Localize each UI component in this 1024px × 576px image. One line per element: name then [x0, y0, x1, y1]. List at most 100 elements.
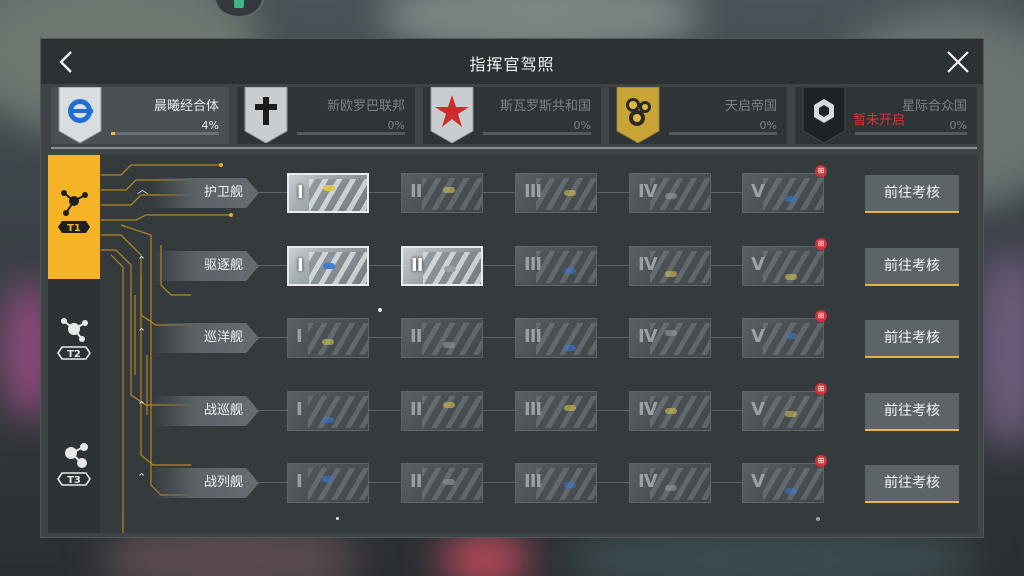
ship-detail [323, 263, 335, 269]
ship-class-label: 战列舰 [151, 468, 259, 498]
gift-badge-icon: ⊞ [815, 165, 827, 177]
license-level-card[interactable]: IV [629, 173, 711, 213]
go-to-exam-button[interactable]: 前往考核 [865, 393, 959, 431]
ship-art [650, 178, 710, 210]
license-level-card[interactable]: III [515, 318, 597, 358]
go-to-exam-button[interactable]: 前往考核 [865, 320, 959, 358]
ship-art [650, 323, 710, 355]
level-numeral: II [410, 471, 422, 492]
ship-detail [785, 488, 797, 494]
license-window: 指挥官驾照 晨曦经合体 4% 新欧罗巴联邦 0% 斯瓦罗斯共和国 0% 天启帝国… [40, 38, 984, 538]
license-level-card[interactable]: V [742, 173, 824, 213]
connector-line [711, 265, 742, 266]
level-numeral: III [524, 181, 542, 202]
ship-class-label: 战巡舰 [151, 396, 259, 426]
ship-art [650, 396, 710, 428]
connector-line [255, 192, 287, 193]
faction-tab-neo-europa[interactable]: 新欧罗巴联邦 0% [237, 87, 415, 144]
connector-line [597, 265, 629, 266]
connector-line [711, 192, 742, 193]
faction-percent: 0% [573, 119, 591, 132]
ship-detail [785, 274, 797, 280]
ship-class-label: 巡洋舰 [151, 323, 259, 353]
license-row: ⌃ 战列舰 I II III IV V ⊞ 前往考核 [41, 453, 959, 513]
license-level-card[interactable]: III [515, 173, 597, 213]
ship-art [536, 396, 596, 428]
license-level-card[interactable]: IV [629, 463, 711, 503]
connector-line [597, 482, 629, 483]
ship-art [650, 251, 710, 283]
license-level-card[interactable]: I [287, 173, 369, 213]
license-level-card[interactable]: II [401, 318, 483, 358]
level-numeral: II [410, 399, 422, 420]
ship-detail [443, 342, 455, 348]
ship-detail [665, 330, 677, 336]
faction-tab-stellar-union[interactable]: 星际合众国 暂未开启 0% [795, 87, 977, 144]
license-level-card[interactable]: I [287, 318, 369, 358]
level-numeral: III [524, 471, 542, 492]
license-level-card[interactable]: I [287, 391, 369, 431]
go-to-exam-button[interactable]: 前往考核 [865, 248, 959, 286]
connector-line [369, 337, 401, 338]
license-level-card[interactable]: V [742, 463, 824, 503]
gift-badge-icon: ⊞ [815, 310, 827, 322]
license-level-card[interactable]: V [742, 318, 824, 358]
license-level-card[interactable]: V [742, 391, 824, 431]
license-level-card[interactable]: IV [629, 246, 711, 286]
license-level-card[interactable]: V [742, 246, 824, 286]
connector-line [711, 337, 742, 338]
ship-detail [564, 405, 576, 411]
license-level-card[interactable]: I [287, 246, 369, 286]
license-level-card[interactable]: IV [629, 391, 711, 431]
level-numeral: V [751, 471, 765, 492]
license-level-card[interactable]: III [515, 246, 597, 286]
connector-line [255, 265, 287, 266]
license-level-card[interactable]: III [515, 463, 597, 503]
gift-badge-icon: ⊞ [815, 238, 827, 250]
close-button[interactable] [945, 49, 971, 75]
go-to-exam-button[interactable]: 前往考核 [865, 465, 959, 503]
faction-tab-dawn[interactable]: 晨曦经合体 4% [51, 87, 229, 144]
license-level-card[interactable]: II [401, 246, 483, 286]
faction-name: 新欧罗巴联邦 [326, 99, 405, 114]
ship-detail [564, 345, 576, 351]
ship-art [763, 468, 823, 500]
license-level-card[interactable]: I [287, 463, 369, 503]
level-numeral: I [297, 182, 304, 203]
ship-detail [322, 476, 334, 482]
license-level-card[interactable]: II [401, 463, 483, 503]
close-icon [947, 51, 969, 73]
ship-art [763, 323, 823, 355]
faction-tab-apocalypse[interactable]: 天启帝国 0% [609, 87, 787, 144]
license-level-card[interactable]: III [515, 391, 597, 431]
license-level-card[interactable]: IV [629, 318, 711, 358]
connector-line [369, 265, 401, 266]
faction-name: 天启帝国 [724, 99, 777, 114]
go-to-exam-button[interactable]: 前往考核 [865, 175, 959, 213]
ship-detail [443, 402, 455, 408]
star-emblem-icon [430, 87, 474, 143]
license-row: ⌃ 战巡舰 I II III IV V ⊞ 前往考核 [41, 381, 959, 441]
faction-percent: 0% [949, 119, 967, 132]
faction-percent: 0% [387, 119, 405, 132]
connector-line [255, 410, 287, 411]
connector-line [483, 192, 515, 193]
ship-art [308, 396, 368, 428]
connector-line [711, 482, 742, 483]
license-level-card[interactable]: II [401, 391, 483, 431]
ship-detail [564, 190, 576, 196]
connector-line [483, 337, 515, 338]
faction-percent: 0% [759, 119, 777, 132]
faction-name: 星际合众国 [901, 99, 967, 114]
license-level-card[interactable]: II [401, 173, 483, 213]
ship-art [536, 251, 596, 283]
faction-percent: 4% [201, 119, 219, 132]
faction-tab-svaros[interactable]: 斯瓦罗斯共和国 0% [423, 87, 601, 144]
ship-detail [785, 333, 797, 339]
level-numeral: IV [638, 471, 658, 492]
ship-detail [322, 417, 334, 423]
level-numeral: V [751, 326, 765, 347]
level-numeral: IV [638, 181, 658, 202]
license-row: ⌃ 巡洋舰 I II III IV V ⊞ 前往考核 [41, 308, 959, 368]
faction-tabs: 晨曦经合体 4% 新欧罗巴联邦 0% 斯瓦罗斯共和国 0% 天启帝国 0% 星际… [51, 87, 977, 145]
